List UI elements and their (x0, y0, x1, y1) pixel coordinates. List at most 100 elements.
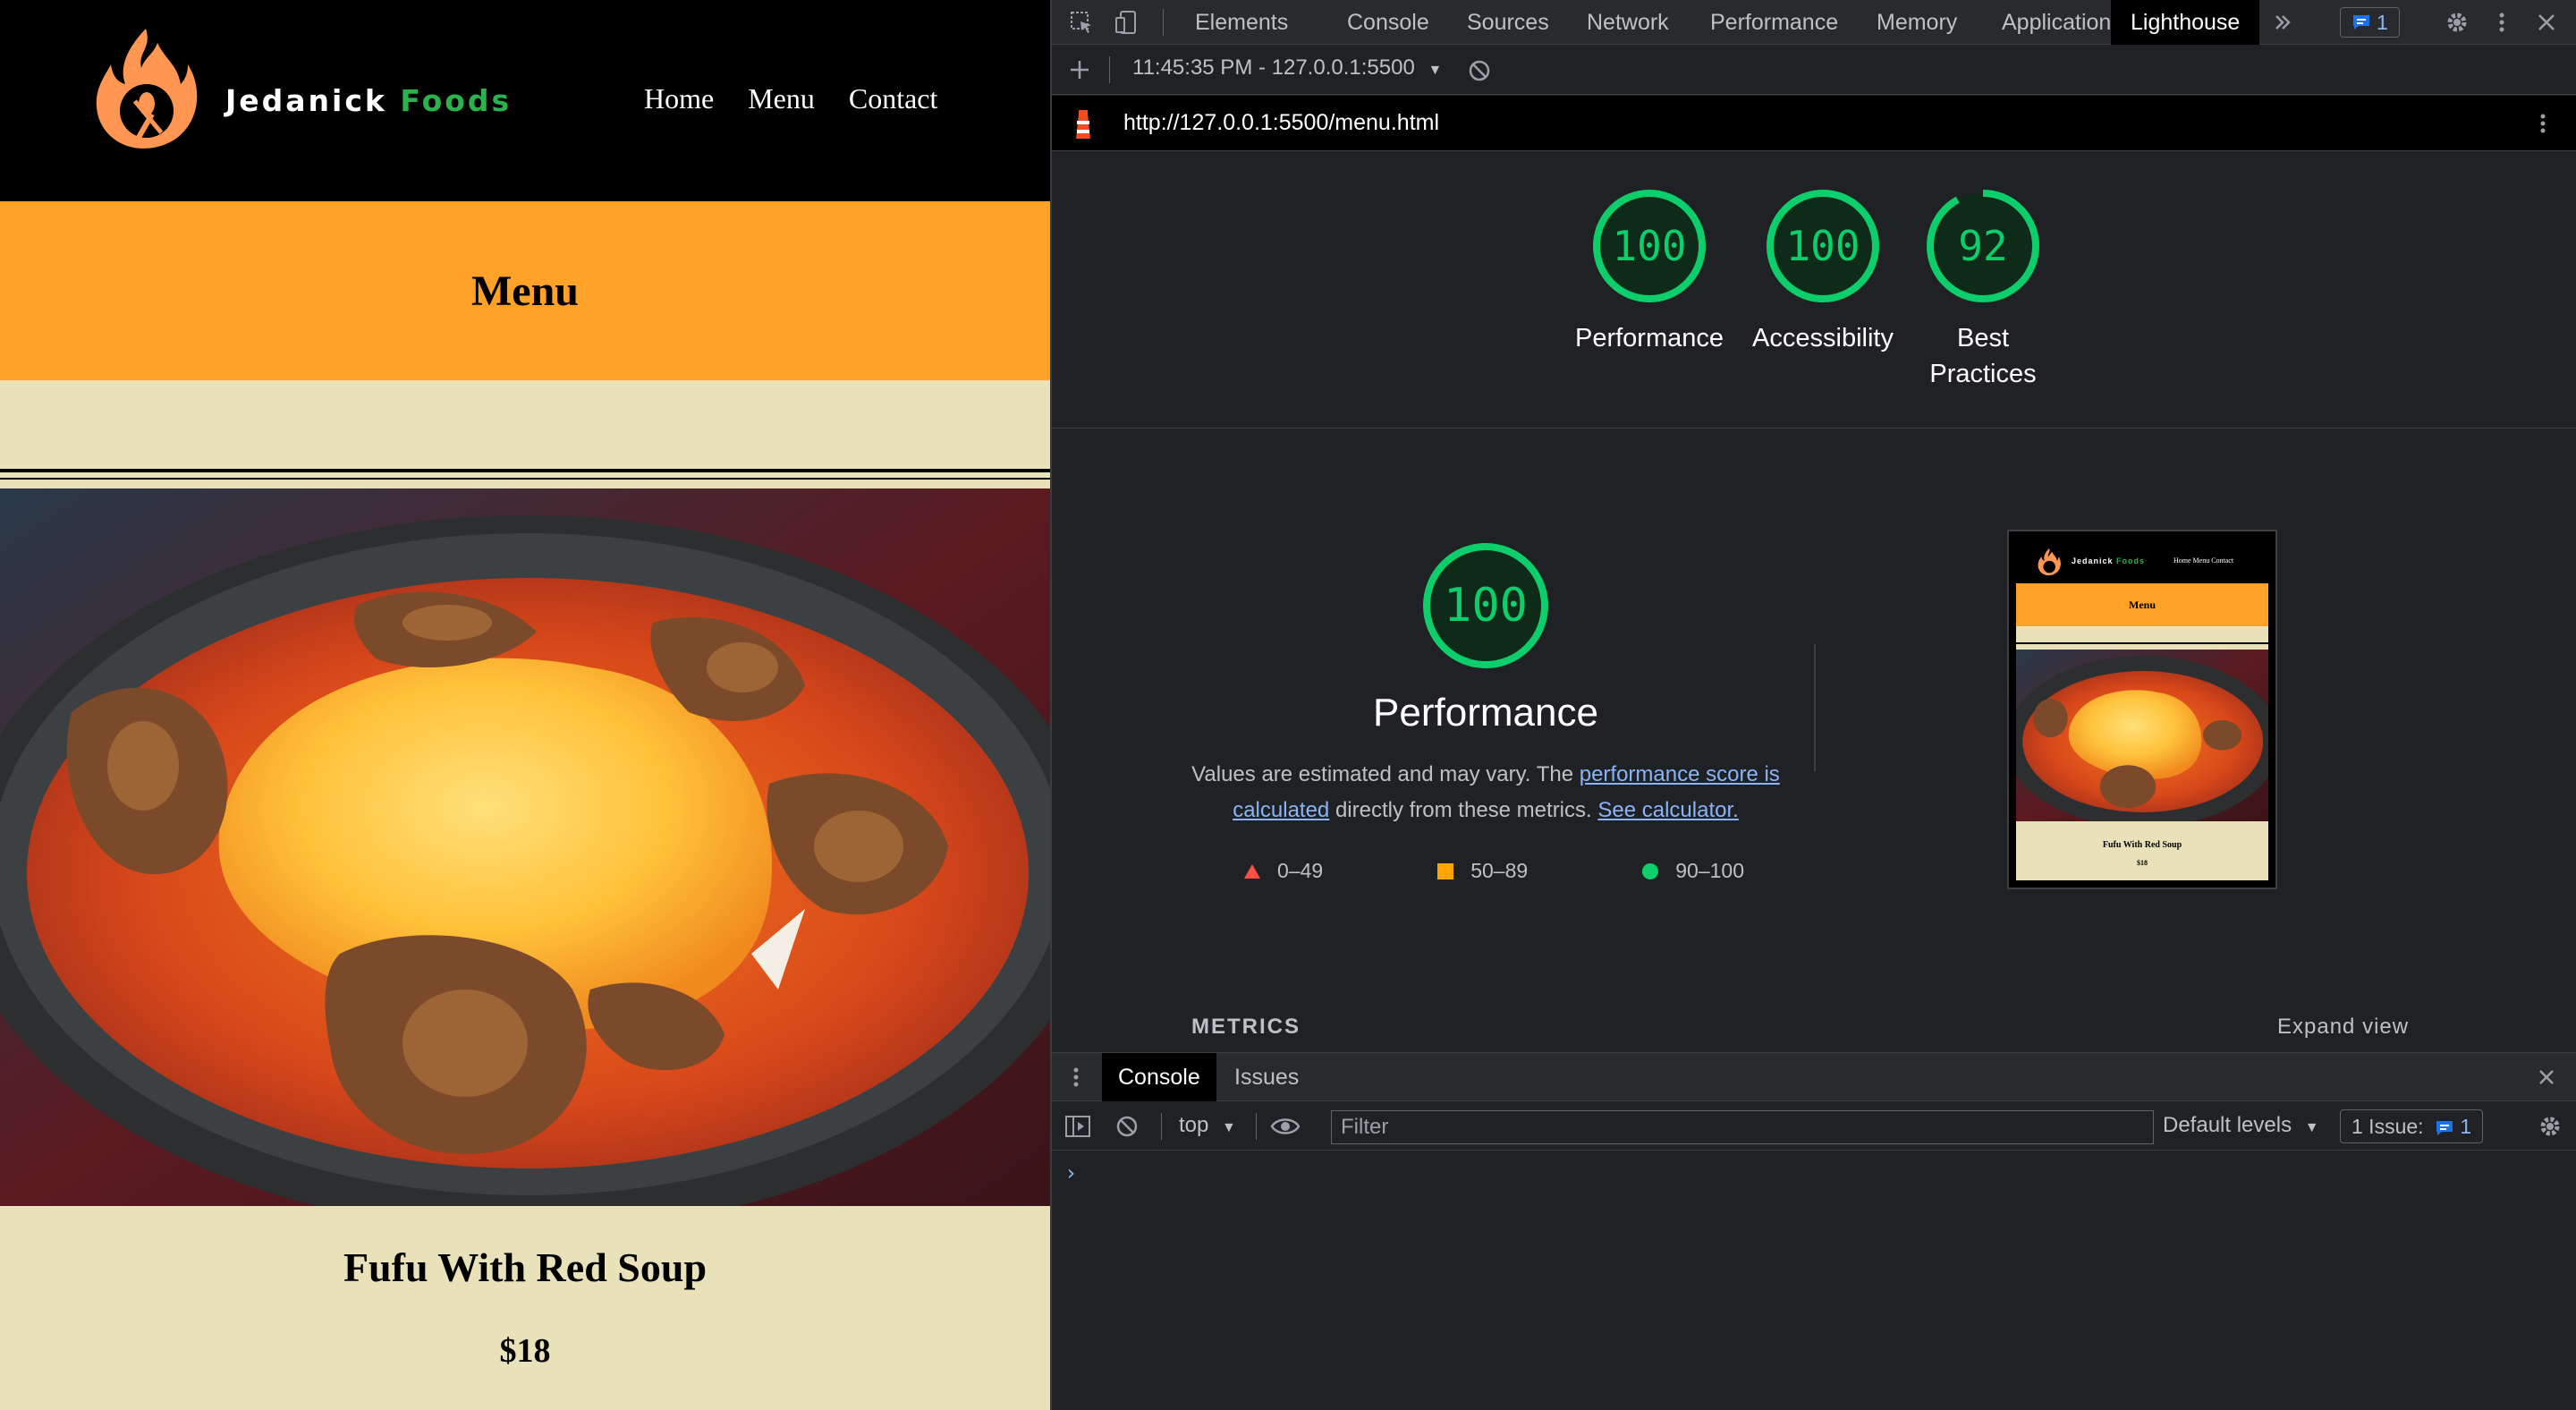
divider (0, 478, 1050, 480)
final-screenshot-thumbnail[interactable]: Jedanick Foods Home Menu Contact Menu Fu… (2007, 530, 2277, 889)
see-calculator-link[interactable]: See calculator. (1597, 798, 1738, 822)
legend-fail: 0–49 (1243, 859, 1323, 883)
description-text: directly from these metrics. (1329, 798, 1598, 822)
green-circle-icon (1642, 862, 1659, 879)
settings-gear-icon[interactable] (2444, 9, 2470, 36)
clear-reports-icon[interactable] (1467, 58, 1492, 83)
tab-application[interactable]: Application (1982, 0, 2131, 45)
gauge-ring: 92 (1925, 188, 2041, 304)
audited-url[interactable]: http://127.0.0.1:5500/menu.html (1123, 110, 1439, 136)
dropdown-caret-icon: ▼ (1428, 63, 1443, 78)
lighthouse-toolbar: 11:45:35 PM - 127.0.0.1:5500 ▼ (1052, 46, 2576, 95)
red-triangle-icon (1244, 863, 1260, 879)
log-levels-dropdown[interactable]: Default levels ▼ (2163, 1113, 2319, 1138)
toolbar-separator (1109, 56, 1110, 83)
gauge-score: 100 (1612, 222, 1687, 270)
drawer-tab-bar: Console Issues (1052, 1053, 2576, 1101)
gauge-score: 92 (1958, 222, 2008, 270)
lighthouse-url-bar: http://127.0.0.1:5500/menu.html (1052, 96, 2576, 151)
tab-console[interactable]: Console (1327, 0, 1449, 45)
gauge-ring: 100 (1591, 188, 1707, 304)
performance-title: Performance (1373, 691, 1598, 735)
score-scale-legend: 0–49 50–89 90–100 (1243, 859, 1744, 883)
drawer-tab-console[interactable]: Console (1102, 1053, 1216, 1101)
clear-console-icon[interactable] (1114, 1114, 1140, 1139)
drawer-menu-kebab-icon[interactable] (1063, 1064, 1089, 1091)
device-toolbar-icon[interactable] (1113, 9, 1140, 36)
site-header: Jedanick Foods Home Menu Contact (0, 0, 1050, 201)
report-menu-kebab-icon[interactable] (2529, 110, 2556, 137)
gauge-best-practices[interactable]: 92 Best Practices (1925, 188, 2041, 392)
brand-first-word: Jedanick (225, 83, 387, 118)
thumbnail-divider (2016, 642, 2268, 644)
nav-menu-link[interactable]: Menu (748, 82, 815, 115)
message-icon (2353, 15, 2369, 30)
kebab-menu-icon[interactable] (2488, 9, 2515, 36)
section-divider (1052, 428, 2576, 429)
vertical-divider (1814, 644, 1816, 771)
performance-description: Values are estimated and may vary. The p… (1186, 757, 1785, 828)
drawer-tab-issues[interactable]: Issues (1218, 1053, 1315, 1101)
tab-network[interactable]: Network (1567, 0, 1689, 45)
log-levels-value: Default levels (2163, 1113, 2292, 1137)
tab-sources[interactable]: Sources (1447, 0, 1569, 45)
toolbar-separator (1163, 9, 1164, 36)
menu-item-name: Fufu With Red Soup (343, 1244, 708, 1290)
brand-name[interactable]: Jedanick Foods (225, 83, 512, 118)
nav-home-link[interactable]: Home (644, 82, 714, 115)
close-devtools-icon[interactable] (2533, 9, 2560, 36)
thumbnail-brand-second: Foods (2116, 556, 2146, 565)
nav-contact-link[interactable]: Contact (849, 82, 938, 115)
report-select[interactable]: 11:45:35 PM - 127.0.0.1:5500 ▼ (1132, 55, 1442, 81)
new-report-plus-icon[interactable] (1068, 58, 1091, 81)
dropdown-caret-icon: ▼ (1222, 1120, 1236, 1135)
issue-count-label: 1 Issue: (2351, 1115, 2424, 1138)
tab-memory[interactable]: Memory (1857, 0, 1977, 45)
report-select-value: 11:45:35 PM - 127.0.0.1:5500 (1132, 55, 1415, 80)
tab-lighthouse[interactable]: Lighthouse (2111, 0, 2260, 45)
site-nav: Home Menu Contact (644, 82, 971, 115)
website-preview: Jedanick Foods Home Menu Contact Menu Fu… (0, 0, 1050, 1410)
menu-item-price: $18 (499, 1332, 551, 1370)
inspect-element-icon[interactable] (1068, 9, 1095, 36)
console-issue-count[interactable]: 1 Issue: 1 (2340, 1109, 2484, 1143)
performance-score: 100 (1444, 579, 1528, 633)
thumbnail-header: Jedanick Foods Home Menu Contact (2016, 539, 2268, 583)
legend-pass-range: 90–100 (1675, 859, 1744, 882)
expand-view-toggle[interactable]: Expand view (2277, 1015, 2409, 1040)
thumbnail-banner: Menu (2016, 583, 2268, 626)
context-select[interactable]: top ▼ (1179, 1113, 1236, 1138)
gauge-label: Accessibility (1752, 324, 1894, 352)
thumbnail-logo-icon (2038, 548, 2061, 576)
page-title: Menu (471, 267, 579, 315)
close-drawer-icon[interactable] (2533, 1064, 2560, 1091)
console-drawer: Console Issues top ▼ Filter Default leve… (1052, 1052, 2576, 1410)
metrics-heading: METRICS (1191, 1015, 1301, 1039)
legend-average: 50–89 (1436, 859, 1528, 883)
console-prompt[interactable]: › (1064, 1160, 1077, 1185)
console-toolbar: top ▼ Default levels ▼ 1 Issue: 1 (1052, 1102, 2576, 1151)
thumbnail-item-price: $18 (2137, 859, 2148, 867)
gauge-performance[interactable]: 100 Performance (1569, 188, 1730, 356)
legend-average-range: 50–89 (1470, 859, 1529, 882)
console-settings-gear-icon[interactable] (2537, 1113, 2563, 1140)
context-select-value: top (1179, 1113, 1209, 1137)
thumbnail-brand-first: Jedanick (2072, 556, 2114, 565)
devtools-tab-bar: Elements Console Sources Network Perform… (1052, 0, 2576, 45)
gauge-accessibility[interactable]: 100 Accessibility (1742, 188, 1903, 356)
flame-fork-spoon-logo-icon[interactable] (89, 25, 202, 152)
legend-pass: 90–100 (1641, 859, 1744, 883)
live-expression-eye-icon[interactable] (1270, 1114, 1301, 1139)
issues-badge-count: 1 (2377, 11, 2388, 34)
divider (0, 469, 1050, 472)
console-filter-input[interactable] (1331, 1110, 2154, 1144)
tab-elements[interactable]: Elements (1175, 0, 1308, 45)
more-tabs-chevron-icon[interactable] (2270, 9, 2297, 36)
lighthouse-logo-icon (1076, 110, 1090, 139)
show-sidebar-icon[interactable] (1064, 1114, 1091, 1139)
menu-banner: Menu (0, 201, 1050, 380)
brand-second-word: Foods (400, 83, 513, 118)
fufu-red-soup-photo (0, 488, 1050, 1206)
issues-badge[interactable]: 1 (2340, 7, 2400, 38)
tab-performance[interactable]: Performance (1690, 0, 1858, 45)
